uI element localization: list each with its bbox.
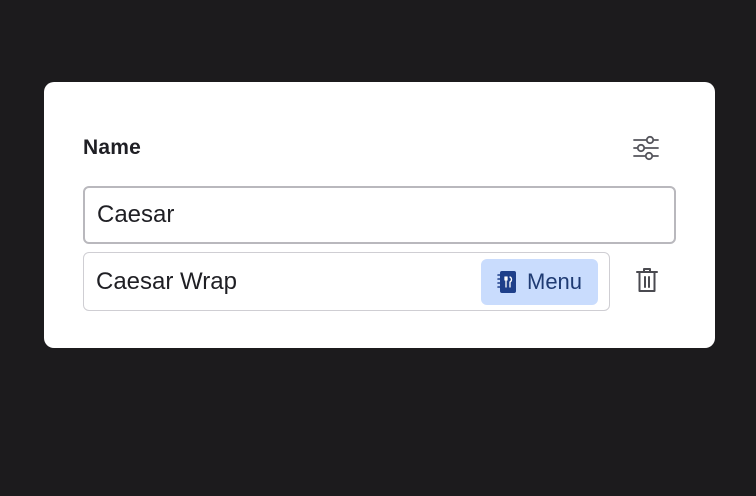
name-field-card: Name Caesar Wrap bbox=[44, 82, 715, 348]
menu-chip[interactable]: Menu bbox=[481, 258, 598, 305]
field-label: Name bbox=[83, 136, 141, 159]
sliders-icon bbox=[632, 135, 660, 166]
menu-item-name: Caesar Wrap bbox=[96, 267, 237, 295]
trash-icon bbox=[635, 266, 659, 299]
menu-book-icon bbox=[497, 270, 517, 294]
menu-item-row[interactable]: Caesar Wrap Menu bbox=[83, 252, 610, 311]
name-input[interactable] bbox=[83, 186, 676, 244]
delete-item-button[interactable] bbox=[632, 265, 662, 299]
menu-chip-label: Menu bbox=[527, 268, 583, 294]
filter-settings-button[interactable] bbox=[630, 134, 662, 166]
